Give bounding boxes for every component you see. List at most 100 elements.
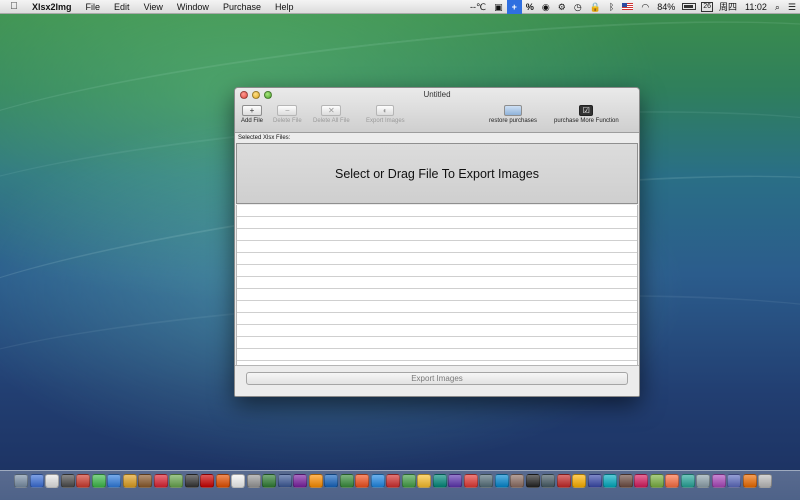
- dock: [0, 470, 800, 500]
- export-images-button[interactable]: Export Images: [246, 372, 628, 385]
- dock-app-icon[interactable]: [572, 474, 586, 488]
- app-status-icon[interactable]: ▣: [490, 0, 507, 14]
- calendar-icon[interactable]: 26: [701, 1, 713, 12]
- dock-app-icon[interactable]: [339, 474, 354, 488]
- dock-app-icon[interactable]: [680, 474, 695, 488]
- dock-app-icon[interactable]: [525, 474, 540, 488]
- menu-edit[interactable]: Edit: [107, 0, 137, 14]
- dock-app-icon[interactable]: [169, 474, 183, 488]
- apple-menu-icon[interactable]: : [0, 1, 28, 12]
- dock-app-icon[interactable]: [463, 474, 478, 488]
- delete-file-button[interactable]: − Delete File: [273, 105, 302, 124]
- dock-app-icon[interactable]: [153, 474, 168, 488]
- weekday-label[interactable]: 周四: [715, 0, 741, 14]
- dock-app-icon[interactable]: [76, 474, 90, 488]
- menu-help[interactable]: Help: [268, 0, 301, 14]
- window-titlebar[interactable]: Untitled + Add File − Delete File ✕ Dele…: [235, 88, 639, 133]
- dock-app-icon[interactable]: [696, 474, 710, 488]
- dock-app-icon[interactable]: [587, 474, 602, 488]
- dock-app-icon[interactable]: [494, 474, 509, 488]
- lock-icon[interactable]: 🔒: [586, 0, 605, 14]
- dock-app-icon[interactable]: [386, 474, 400, 488]
- dock-app-icon[interactable]: [727, 474, 741, 488]
- dock-app-icon[interactable]: [277, 474, 292, 488]
- dock-app-icon[interactable]: [293, 474, 307, 488]
- dock-app-icon[interactable]: [417, 474, 431, 488]
- plus-status-icon[interactable]: +: [506, 0, 522, 14]
- delete-all-file-button[interactable]: ✕ Delete All File: [313, 105, 350, 124]
- wifi-icon[interactable]: ◠: [637, 0, 653, 14]
- dock-app-icon[interactable]: [14, 474, 28, 488]
- dock-app-icon[interactable]: [355, 474, 369, 488]
- menu-file[interactable]: File: [79, 0, 108, 14]
- time-machine-icon[interactable]: ◷: [570, 0, 586, 14]
- dock-app-icon[interactable]: [107, 474, 121, 488]
- purchase-more-label: purchase More Function: [554, 118, 619, 124]
- checkbox-icon: ☑: [579, 105, 594, 116]
- toolbar: + Add File − Delete File ✕ Delete All Fi…: [235, 105, 639, 131]
- battery-percent[interactable]: 84%: [653, 0, 679, 14]
- dock-app-icon[interactable]: [401, 474, 416, 488]
- delete-all-file-label: Delete All File: [313, 118, 350, 124]
- window-title: Untitled: [423, 90, 451, 99]
- dock-app-icon[interactable]: [649, 474, 664, 488]
- temperature-status[interactable]: --℃: [466, 0, 490, 14]
- settings-icon[interactable]: ⚙: [554, 0, 570, 14]
- dock-app-icon[interactable]: [541, 474, 555, 488]
- input-source-flag-icon[interactable]: [622, 3, 634, 10]
- restore-purchases-button[interactable]: restore purchases: [489, 105, 537, 124]
- menu-purchase[interactable]: Purchase: [216, 0, 268, 14]
- dock-app-icon[interactable]: [618, 474, 633, 488]
- dock-app-icon[interactable]: [91, 474, 106, 488]
- selected-files-label: Selected Xlsx Files:: [235, 133, 639, 142]
- dock-app-icon[interactable]: [262, 474, 276, 488]
- dock-app-icon[interactable]: [45, 474, 59, 488]
- export-images-toolbar-button[interactable]: ◐ Export Images: [366, 105, 405, 124]
- purchase-more-function-button[interactable]: ☑ purchase More Function: [554, 105, 619, 124]
- dock-app-icon[interactable]: [634, 474, 648, 488]
- export-images-toolbar-label: Export Images: [366, 118, 405, 124]
- dock-app-icon[interactable]: [231, 474, 245, 488]
- dock-app-icon[interactable]: [29, 474, 44, 488]
- plus-icon: +: [242, 105, 262, 116]
- dock-app-icon[interactable]: [184, 474, 199, 488]
- dock-app-icon[interactable]: [665, 474, 679, 488]
- dock-app-icon[interactable]: [479, 474, 493, 488]
- dock-app-icon[interactable]: [308, 474, 323, 488]
- app-window: Untitled + Add File − Delete File ✕ Dele…: [234, 87, 640, 397]
- dock-app-icon[interactable]: [324, 474, 338, 488]
- menu-bar:  Xlsx2Img File Edit View Window Purchas…: [0, 0, 800, 14]
- menu-app-name[interactable]: Xlsx2Img: [28, 0, 79, 14]
- dock-app-icon[interactable]: [510, 474, 524, 488]
- window-content: Selected Xlsx Files: Select or Drag File…: [235, 133, 639, 396]
- dock-app-icon[interactable]: [200, 474, 214, 488]
- dock-app-icon[interactable]: [758, 474, 772, 488]
- file-list[interactable]: [236, 205, 638, 365]
- store-icon: [504, 105, 523, 116]
- dock-app-icon[interactable]: [448, 474, 462, 488]
- menu-view[interactable]: View: [137, 0, 170, 14]
- add-file-button[interactable]: + Add File: [241, 105, 263, 124]
- notification-center-icon[interactable]: ☰: [784, 0, 800, 14]
- dock-app-icon[interactable]: [556, 474, 571, 488]
- dock-app-icon[interactable]: [215, 474, 230, 488]
- clock[interactable]: 11:02: [741, 0, 771, 14]
- battery-icon[interactable]: [682, 3, 697, 10]
- spotlight-search-icon[interactable]: ⌕: [771, 0, 784, 14]
- toggle-icon: ◐: [376, 105, 395, 116]
- percent-status-icon[interactable]: %: [522, 0, 538, 14]
- dock-app-icon[interactable]: [603, 474, 617, 488]
- bluetooth-icon[interactable]: ᛒ: [605, 0, 618, 14]
- dock-app-icon[interactable]: [742, 474, 757, 488]
- file-drop-zone[interactable]: Select or Drag File To Export Images: [236, 143, 638, 204]
- record-icon[interactable]: ◉: [538, 0, 554, 14]
- dock-app-icon[interactable]: [711, 474, 726, 488]
- dock-app-icon[interactable]: [122, 474, 137, 488]
- menu-window[interactable]: Window: [170, 0, 216, 14]
- dock-app-icon[interactable]: [432, 474, 447, 488]
- dock-app-icon[interactable]: [60, 474, 75, 488]
- dock-app-icon[interactable]: [246, 474, 261, 488]
- dock-app-icon[interactable]: [138, 474, 152, 488]
- dock-app-icon[interactable]: [370, 474, 385, 488]
- restore-purchases-label: restore purchases: [489, 118, 538, 124]
